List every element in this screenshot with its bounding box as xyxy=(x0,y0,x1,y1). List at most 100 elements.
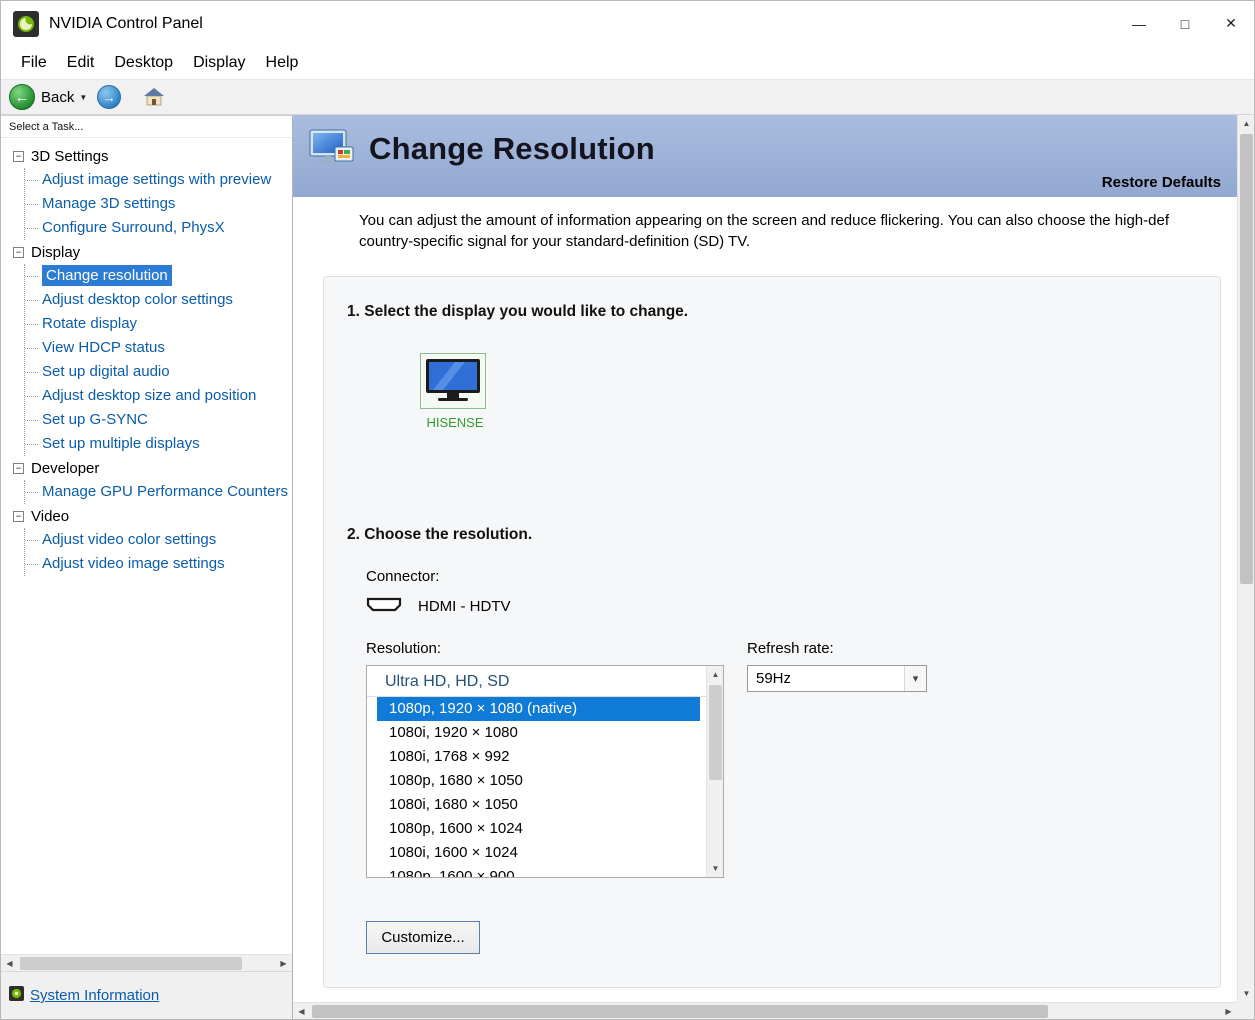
back-history-caret-icon[interactable]: ▼ xyxy=(79,93,87,102)
home-icon xyxy=(143,87,165,107)
back-arrow-icon: ← xyxy=(15,89,30,106)
refresh-rate-label: Refresh rate: xyxy=(747,640,927,657)
resolution-option[interactable]: 1080p, 1600 × 900 xyxy=(377,865,700,877)
sidebar-item-adjust-video-image[interactable]: Adjust video image settings xyxy=(25,552,292,576)
collapse-icon[interactable]: − xyxy=(13,463,24,474)
resolution-list-scroll-thumb[interactable] xyxy=(709,685,722,780)
scroll-up-icon[interactable]: ▲ xyxy=(707,666,724,683)
sidebar-item-adjust-desktop-size[interactable]: Adjust desktop size and position xyxy=(25,384,292,408)
content-panel: 1. Select the display you would like to … xyxy=(323,276,1221,988)
resolution-group-header: Ultra HD, HD, SD xyxy=(367,666,706,697)
chevron-down-icon[interactable]: ▾ xyxy=(904,666,926,691)
scroll-right-icon[interactable]: ▶ xyxy=(1220,1003,1237,1020)
minimize-button[interactable]: — xyxy=(1116,1,1162,46)
menubar: File Edit Desktop Display Help xyxy=(1,46,1254,79)
sidebar-item-set-up-multiple-displays[interactable]: Set up multiple displays xyxy=(25,432,292,456)
resolution-option[interactable]: 1080p, 1920 × 1080 (native) xyxy=(377,697,700,721)
resolution-option[interactable]: 1080p, 1600 × 1024 xyxy=(377,817,700,841)
sidebar-item-change-resolution[interactable]: Change resolution xyxy=(25,264,292,288)
restore-defaults-button[interactable]: Restore Defaults xyxy=(1102,174,1221,191)
page-description: You can adjust the amount of information… xyxy=(359,210,1237,252)
menu-display[interactable]: Display xyxy=(183,50,255,76)
menu-file[interactable]: File xyxy=(11,50,57,76)
maximize-button[interactable]: □ xyxy=(1162,1,1208,46)
close-button[interactable]: ✕ xyxy=(1208,1,1254,46)
customize-button[interactable]: Customize... xyxy=(366,921,480,954)
sidebar-footer: System Information xyxy=(1,971,292,1019)
tree-group-display[interactable]: − Display xyxy=(7,240,292,264)
sidebar-item-adjust-desktop-color[interactable]: Adjust desktop color settings xyxy=(25,288,292,312)
sidebar-item-set-up-digital-audio[interactable]: Set up digital audio xyxy=(25,360,292,384)
back-button[interactable]: ← xyxy=(9,84,35,110)
change-resolution-icon xyxy=(309,129,355,175)
task-sidebar: Select a Task... − 3D Settings Adjust im… xyxy=(1,115,293,1019)
resolution-option[interactable]: 1080i, 1768 × 992 xyxy=(377,745,700,769)
sidebar-item-manage-3d-settings[interactable]: Manage 3D settings xyxy=(25,192,292,216)
refresh-rate-select[interactable]: 59Hz ▾ xyxy=(747,665,927,692)
scroll-down-icon[interactable]: ▼ xyxy=(707,860,724,877)
back-button-label[interactable]: Back xyxy=(41,89,74,106)
page-title: Change Resolution xyxy=(369,131,655,167)
page-banner: Change Resolution Restore Defaults xyxy=(293,115,1237,197)
step1-heading: 1. Select the display you would like to … xyxy=(347,303,1220,321)
nvidia-icon xyxy=(9,986,24,1005)
sidebar-header: Select a Task... xyxy=(1,116,292,138)
resolution-option[interactable]: 1080i, 1600 × 1024 xyxy=(377,841,700,865)
resolution-option[interactable]: 1080i, 1920 × 1080 xyxy=(377,721,700,745)
sidebar-item-view-hdcp-status[interactable]: View HDCP status xyxy=(25,336,292,360)
nvidia-control-panel-window: NVIDIA Control Panel — □ ✕ File Edit Des… xyxy=(0,0,1255,1020)
menu-edit[interactable]: Edit xyxy=(57,50,105,76)
resolution-listbox[interactable]: Ultra HD, HD, SD 1080p, 1920 × 1080 (nat… xyxy=(366,665,724,878)
main-vertical-scrollbar[interactable]: ▲ ▼ xyxy=(1237,115,1254,1002)
collapse-icon[interactable]: − xyxy=(13,151,24,162)
display-thumbnail[interactable] xyxy=(420,353,486,409)
sidebar-item-rotate-display[interactable]: Rotate display xyxy=(25,312,292,336)
sidebar-item-configure-surround-physx[interactable]: Configure Surround, PhysX xyxy=(25,216,292,240)
scroll-left-icon[interactable]: ◀ xyxy=(293,1003,310,1020)
sidebar-item-adjust-image-settings[interactable]: Adjust image settings with preview xyxy=(25,168,292,192)
resolution-option[interactable]: 1080p, 1680 × 1050 xyxy=(377,769,700,793)
resolution-list-scrollbar[interactable]: ▲ ▼ xyxy=(706,666,723,877)
tv-icon xyxy=(425,358,481,404)
display-name-label: HISENSE xyxy=(420,415,490,430)
refresh-rate-value: 59Hz xyxy=(748,670,791,687)
connector-value: HDMI - HDTV xyxy=(418,598,511,615)
hdmi-connector-icon xyxy=(366,597,402,616)
collapse-icon[interactable]: − xyxy=(13,247,24,258)
sidebar-hscroll-thumb[interactable] xyxy=(20,957,242,970)
forward-button[interactable]: → xyxy=(97,85,121,109)
resolution-option[interactable]: 1080i, 1680 × 1050 xyxy=(377,793,700,817)
toolbar: ← Back ▼ → xyxy=(1,79,1254,115)
task-tree: − 3D Settings Adjust image settings with… xyxy=(1,138,292,954)
connector-label: Connector: xyxy=(366,568,1220,585)
system-information-link[interactable]: System Information xyxy=(30,987,159,1004)
scroll-right-icon[interactable]: ▶ xyxy=(275,955,292,972)
titlebar: NVIDIA Control Panel — □ ✕ xyxy=(1,1,1254,46)
main-horizontal-scrollbar[interactable]: ◀ ▶ xyxy=(293,1002,1237,1019)
window-title: NVIDIA Control Panel xyxy=(49,15,203,33)
menu-help[interactable]: Help xyxy=(256,50,309,76)
resolution-column: Resolution: Ultra HD, HD, SD 1080p, 1920… xyxy=(366,640,724,954)
main-vscroll-thumb[interactable] xyxy=(1240,134,1253,584)
sidebar-item-set-up-gsync[interactable]: Set up G-SYNC xyxy=(25,408,292,432)
sidebar-horizontal-scrollbar[interactable]: ◀ ▶ xyxy=(1,954,292,971)
tree-group-video[interactable]: − Video xyxy=(7,504,292,528)
collapse-icon[interactable]: − xyxy=(13,511,24,522)
scrollbar-corner xyxy=(1237,1002,1254,1019)
main-hscroll-thumb[interactable] xyxy=(312,1005,1048,1018)
sidebar-item-manage-gpu-performance-counters[interactable]: Manage GPU Performance Counters xyxy=(25,480,292,504)
scroll-down-icon[interactable]: ▼ xyxy=(1238,985,1255,1002)
tree-group-3d-settings[interactable]: − 3D Settings xyxy=(7,144,292,168)
home-button[interactable] xyxy=(143,87,165,107)
resolution-label: Resolution: xyxy=(366,640,724,657)
main-pane: Change Resolution Restore Defaults You c… xyxy=(293,115,1254,1019)
menu-desktop[interactable]: Desktop xyxy=(104,50,183,76)
refresh-rate-column: Refresh rate: 59Hz ▾ xyxy=(747,640,927,954)
sidebar-item-adjust-video-color[interactable]: Adjust video color settings xyxy=(25,528,292,552)
display-tile-hisense[interactable]: HISENSE xyxy=(420,353,490,430)
scroll-left-icon[interactable]: ◀ xyxy=(1,955,18,972)
tree-group-developer[interactable]: − Developer xyxy=(7,456,292,480)
nvidia-logo-icon xyxy=(13,11,39,37)
scroll-up-icon[interactable]: ▲ xyxy=(1238,115,1255,132)
forward-arrow-icon: → xyxy=(103,90,116,105)
